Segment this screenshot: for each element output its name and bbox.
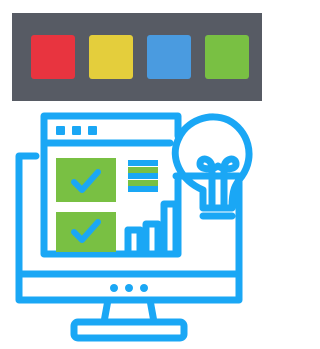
color-palette-bar [12,13,262,101]
check-panel-top [56,158,116,202]
title-bar-dots [56,126,97,135]
swatch-green[interactable] [205,35,249,79]
page [0,0,262,349]
monitor-dots [110,284,148,292]
swatch-red[interactable] [31,35,75,79]
stand-base [70,318,188,342]
swatch-yellow[interactable] [89,35,133,79]
swatch-blue[interactable] [147,35,191,79]
bar-chart-bars [124,200,180,256]
monitor-dashboard-idea-icon [15,112,253,342]
